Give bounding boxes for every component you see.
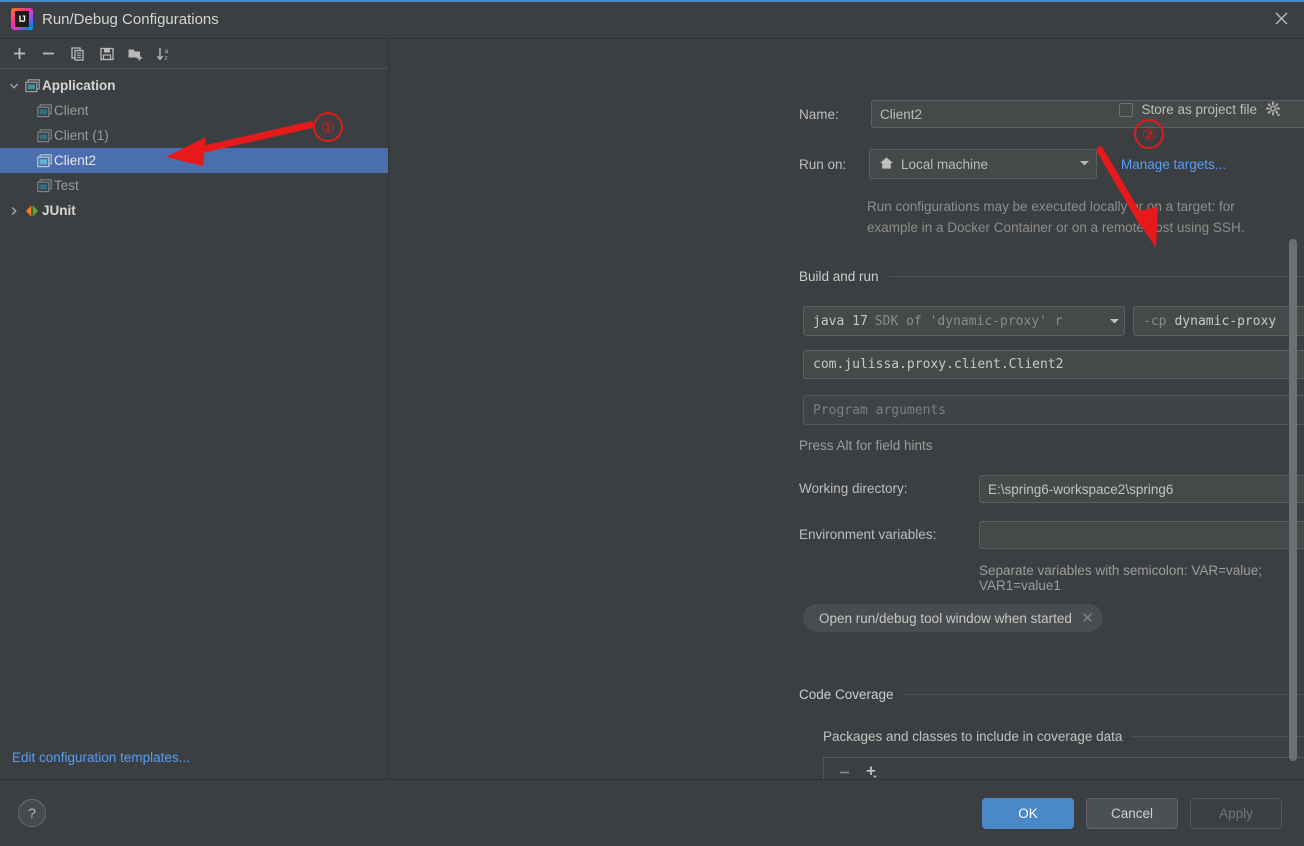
annotation-arrow-1 [166, 121, 314, 166]
annotation-marker-2: ② [1134, 119, 1164, 149]
annotation-overlay [166, 121, 1158, 248]
run-debug-configurations-dialog: IJ Run/Debug Configurations a z Applicat… [0, 0, 1304, 846]
annotation-marker-1: ① [313, 112, 343, 142]
annotation-arrow-2 [1096, 146, 1158, 248]
